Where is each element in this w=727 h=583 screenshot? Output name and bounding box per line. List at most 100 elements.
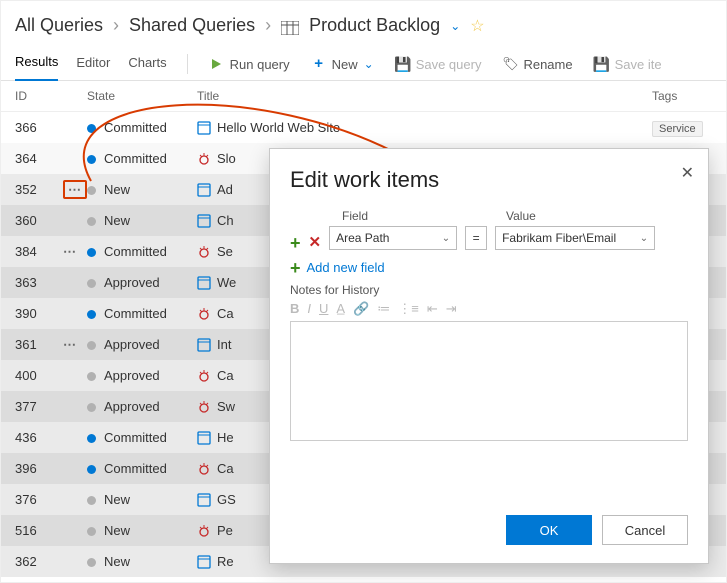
state-dot-icon [87, 217, 96, 226]
chevron-right-icon: › [113, 15, 119, 36]
cell-title[interactable]: Hello World Web Site [197, 120, 652, 136]
underline-icon[interactable]: U [319, 301, 328, 317]
title-text: He [217, 430, 234, 445]
plus-icon: + [312, 57, 326, 71]
save-query-label: Save query [416, 57, 482, 72]
state-dot-icon [87, 434, 96, 443]
save-items-button: 💾 Save ite [593, 53, 664, 76]
italic-icon[interactable]: I [307, 301, 311, 317]
favorite-star-icon[interactable]: ☆ [470, 16, 484, 36]
field-dropdown-value: Area Path [336, 231, 389, 245]
state-text: New [104, 492, 130, 507]
bug-icon [197, 307, 211, 321]
font-icon[interactable]: A̲ [336, 301, 345, 317]
new-button[interactable]: + New ⌄ [310, 53, 376, 76]
cell-state: Committed [87, 461, 197, 476]
field-row: + ✕ Area Path ⌄ = Fabrikam Fiber\Email ⌄ [290, 226, 688, 250]
col-actions [63, 89, 87, 103]
bug-icon [197, 152, 211, 166]
cell-id: 362 [15, 554, 63, 569]
row-actions[interactable]: ⋯ [63, 337, 87, 353]
backlog-item-icon [197, 338, 211, 352]
title-text: Pe [217, 523, 233, 538]
chevron-down-icon: ⌄ [442, 233, 450, 244]
outdent-icon[interactable]: ⇤ [427, 301, 438, 317]
title-text: Ca [217, 461, 234, 476]
title-text: Ca [217, 306, 234, 321]
col-tags[interactable]: Tags [652, 89, 712, 103]
bug-icon [197, 369, 211, 383]
link-icon[interactable]: 🔗 [353, 301, 369, 317]
run-query-button[interactable]: Run query [208, 53, 292, 76]
rename-icon: 🏷 [503, 57, 517, 71]
grid-header: ID State Title Tags [1, 81, 726, 112]
cell-id: 516 [15, 523, 63, 538]
state-dot-icon [87, 310, 96, 319]
title-text: Re [217, 554, 234, 569]
close-icon[interactable]: ✕ [681, 163, 694, 183]
value-dropdown[interactable]: Fabrikam Fiber\Email ⌄ [495, 226, 655, 250]
bug-icon [197, 462, 211, 476]
cell-id: 436 [15, 430, 63, 445]
ellipsis-icon[interactable]: ⋯ [63, 337, 77, 352]
number-list-icon[interactable]: ⋮≡ [398, 301, 419, 317]
tab-results[interactable]: Results [15, 48, 58, 81]
state-text: Approved [104, 337, 160, 352]
row-actions[interactable]: ⋯ [63, 244, 87, 260]
backlog-item-icon [197, 121, 211, 135]
chevron-down-icon: ⌄ [364, 57, 374, 71]
state-text: Committed [104, 151, 167, 166]
ellipsis-icon[interactable]: ⋯ [63, 180, 87, 199]
rename-label: Rename [523, 57, 572, 72]
tab-editor[interactable]: Editor [76, 49, 110, 80]
add-row-icon[interactable]: + [290, 236, 301, 250]
state-dot-icon [87, 248, 96, 257]
cell-state: Committed [87, 244, 197, 259]
value-dropdown-value: Fabrikam Fiber\Email [502, 231, 616, 245]
run-query-label: Run query [230, 57, 290, 72]
rename-button[interactable]: 🏷 Rename [501, 53, 574, 76]
add-new-field-link[interactable]: + Add new field [290, 260, 688, 275]
cell-state: New [87, 492, 197, 507]
ellipsis-icon[interactable]: ⋯ [63, 244, 77, 259]
indent-icon[interactable]: ⇥ [446, 301, 457, 317]
title-text: Int [217, 337, 231, 352]
bullet-list-icon[interactable]: ≔ [377, 301, 390, 317]
backlog-item-icon [197, 555, 211, 569]
breadcrumb-leaf[interactable]: Product Backlog [309, 15, 440, 36]
cell-state: Approved [87, 275, 197, 290]
cell-id: 363 [15, 275, 63, 290]
edit-work-items-dialog: ✕ Edit work items Field Value + ✕ Area P… [269, 148, 709, 564]
row-actions[interactable]: ⋯ [63, 182, 87, 197]
cell-id: 366 [15, 120, 63, 135]
notes-textarea[interactable] [290, 321, 688, 441]
ok-button[interactable]: OK [506, 515, 592, 545]
backlog-item-icon [197, 276, 211, 290]
col-id[interactable]: ID [15, 89, 63, 103]
remove-row-icon[interactable]: ✕ [309, 236, 322, 250]
tab-charts[interactable]: Charts [128, 49, 166, 80]
cell-state: New [87, 182, 197, 197]
state-text: Committed [104, 461, 167, 476]
cancel-button[interactable]: Cancel [602, 515, 688, 545]
field-dropdown[interactable]: Area Path ⌄ [329, 226, 457, 250]
backlog-item-icon [197, 183, 211, 197]
operator-dropdown[interactable]: = [465, 226, 487, 250]
table-row[interactable]: 366CommittedHello World Web SiteService [1, 112, 726, 143]
col-state[interactable]: State [87, 89, 197, 103]
breadcrumb-root[interactable]: All Queries [15, 15, 103, 36]
cell-id: 400 [15, 368, 63, 383]
plus-icon: + [290, 261, 301, 275]
cell-id: 364 [15, 151, 63, 166]
cell-id: 352 [15, 182, 63, 197]
dialog-title: Edit work items [290, 167, 688, 193]
tag-chip[interactable]: Service [652, 121, 703, 137]
cell-id: 360 [15, 213, 63, 228]
col-title[interactable]: Title [197, 89, 652, 103]
chevron-down-icon[interactable]: ⌄ [450, 19, 460, 33]
title-text: We [217, 275, 236, 290]
bold-icon[interactable]: B [290, 301, 299, 317]
breadcrumb-mid[interactable]: Shared Queries [129, 15, 255, 36]
title-text: GS [217, 492, 236, 507]
state-text: New [104, 213, 130, 228]
